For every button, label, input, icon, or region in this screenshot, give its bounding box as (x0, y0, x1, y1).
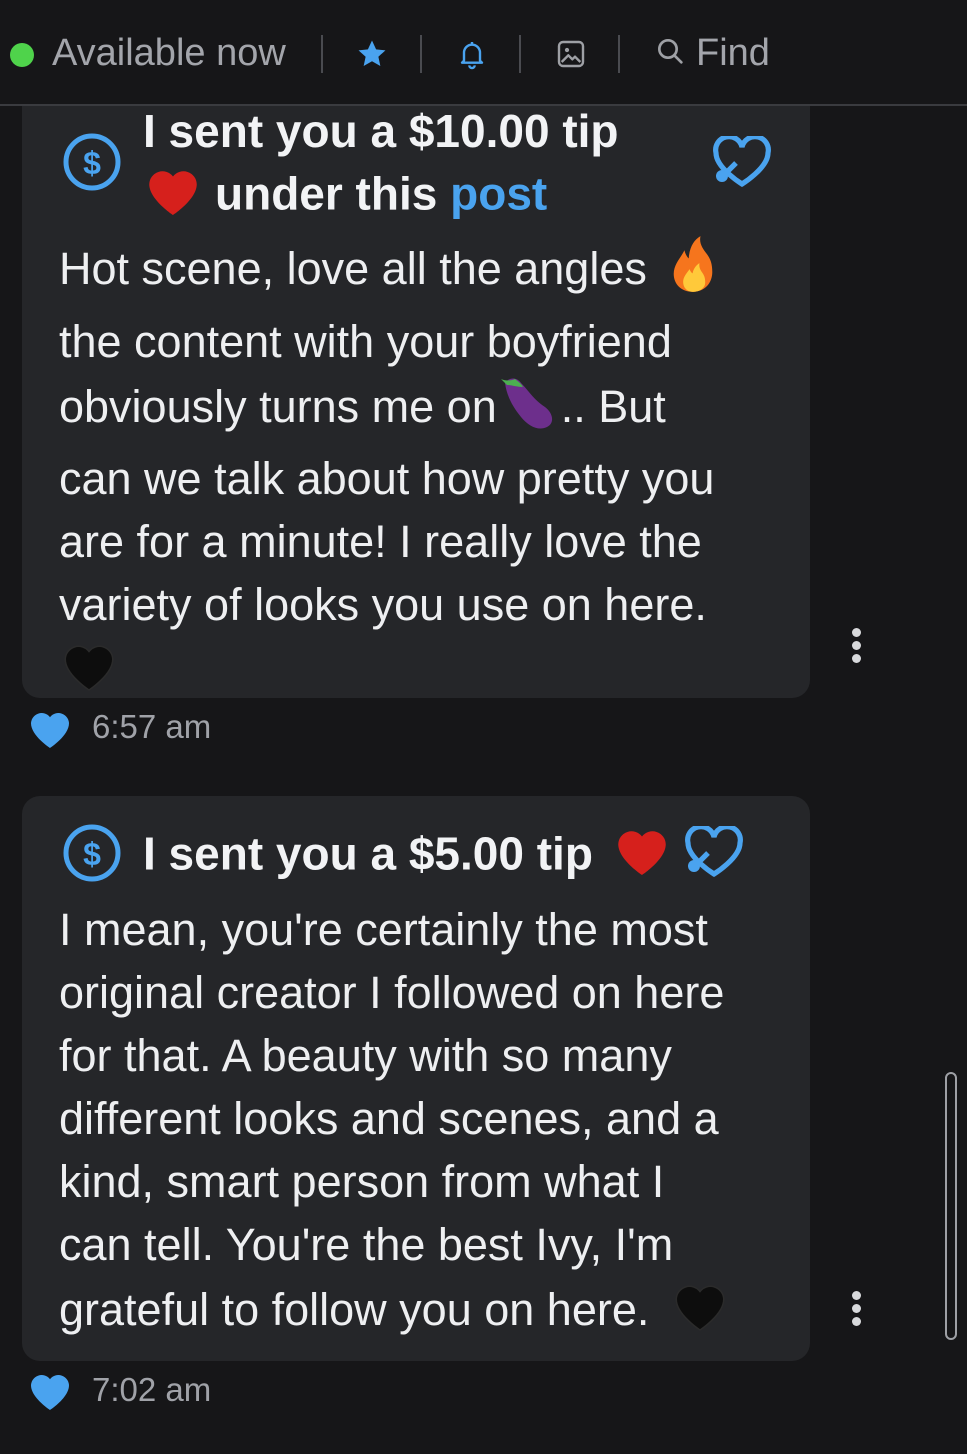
top-bar: Available now Find (0, 0, 967, 106)
fire-icon (667, 234, 719, 310)
liked-heart-icon[interactable] (26, 706, 74, 755)
divider (420, 35, 422, 73)
eggplant-icon (497, 373, 561, 447)
message-options-icon[interactable] (848, 628, 864, 667)
message-text: I mean, you're certainly the most origin… (59, 898, 809, 1350)
online-status-dot (10, 43, 34, 67)
scrollbar-thumb[interactable] (945, 1072, 957, 1340)
image-icon[interactable] (551, 34, 591, 74)
red-heart-icon (143, 162, 203, 233)
find-button[interactable]: Find (654, 28, 770, 78)
tip-amount-line: I sent you a $10.00 tip (143, 105, 619, 157)
post-link[interactable]: post (450, 168, 547, 220)
dollar-circle-icon: $ (62, 823, 122, 883)
message-timestamp: 6:57 am (92, 708, 212, 745)
tip-post-line: under this post (143, 162, 547, 233)
divider (519, 35, 521, 73)
message-timestamp: 7:02 am (92, 1371, 212, 1408)
star-icon[interactable] (352, 34, 392, 74)
dollar-circle-icon: $ (62, 132, 122, 192)
tip-post-text: under this (215, 167, 438, 220)
liked-heart-icon[interactable] (26, 1368, 74, 1417)
message-bubble: $ I sent you a $5.00 tip I mean, you're … (22, 796, 810, 1361)
black-heart-icon (59, 636, 119, 710)
svg-text:$: $ (83, 836, 101, 872)
black-heart-icon (670, 1276, 730, 1350)
divider (321, 35, 323, 73)
search-icon (654, 35, 686, 72)
divider (618, 35, 620, 73)
find-label: Find (696, 31, 770, 74)
message-options-icon[interactable] (848, 1291, 864, 1330)
tip-amount-line: I sent you a $5.00 tip (143, 822, 672, 893)
like-tip-icon[interactable] (682, 824, 746, 885)
message-text: Hot scene, love all the angles the conte… (59, 234, 799, 710)
red-heart-icon (612, 822, 672, 893)
bell-icon[interactable] (452, 34, 492, 74)
message-bubble: $ I sent you a $10.00 tip under this pos… (22, 105, 810, 698)
availability-status[interactable]: Available now (52, 28, 286, 78)
svg-text:$: $ (83, 145, 101, 181)
like-tip-icon[interactable] (710, 134, 774, 195)
